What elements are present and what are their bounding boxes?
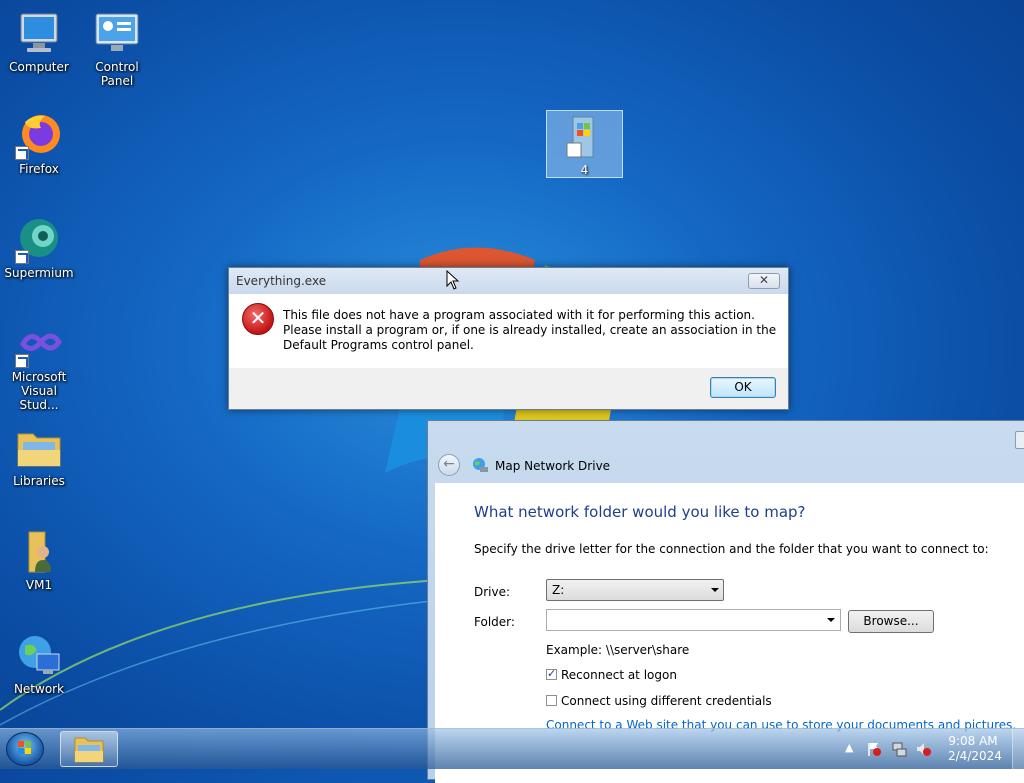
- browse-button[interactable]: Browse...: [848, 610, 934, 633]
- error-icon: ✕: [242, 303, 274, 335]
- show-desktop-button[interactable]: [1012, 729, 1024, 769]
- clock-time: 9:08 AM: [948, 734, 998, 748]
- desktop-icon-label: Microsoft Visual Stud...: [11, 370, 67, 412]
- dialog-title: Everything.exe: [236, 274, 327, 288]
- drive-value: Z:: [552, 583, 565, 597]
- dialog-body: ✕ This file does not have a program asso…: [229, 294, 788, 368]
- desktop-icon-computer[interactable]: Computer: [1, 10, 77, 74]
- desktop-icon-label: Control Panel: [95, 60, 139, 88]
- folder-icon: [74, 737, 104, 763]
- shortcut-arrow-icon: [15, 250, 29, 264]
- shortcut-arrow-icon: [15, 354, 29, 368]
- error-dialog: Everything.exe ✕ ✕ This file does not ha…: [228, 267, 789, 410]
- desktop-icon-network[interactable]: Network: [1, 632, 77, 696]
- reconnect-checkbox[interactable]: [546, 667, 557, 680]
- chevron-down-icon[interactable]: [827, 618, 835, 622]
- drive-select[interactable]: Z:: [546, 579, 724, 601]
- libraries-folder-icon: [15, 424, 63, 472]
- network-globe-icon: [15, 632, 63, 680]
- page-heading: What network folder would you like to ma…: [474, 503, 806, 521]
- desktop-icon-label: Computer: [9, 60, 69, 74]
- desktop-icon-vm1[interactable]: VM1: [1, 528, 77, 592]
- network-drive-icon: [473, 458, 488, 472]
- desktop-icon-label: Supermium: [4, 266, 74, 280]
- shortcut-arrow-icon: [15, 146, 29, 160]
- folder-input[interactable]: [546, 609, 841, 631]
- desktop-icon-label: Firefox: [19, 162, 59, 176]
- volume-muted-icon[interactable]: [915, 741, 931, 757]
- system-clock[interactable]: 9:08 AM 2/4/2024: [948, 734, 1002, 764]
- credentials-checkbox[interactable]: [546, 695, 557, 706]
- reconnect-label: Reconnect at logon: [561, 668, 677, 682]
- desktop-icon-supermium[interactable]: Supermium: [1, 216, 77, 280]
- start-button[interactable]: [6, 732, 44, 766]
- windows-logo-icon: [18, 741, 31, 754]
- desktop-icon-selected[interactable]: 4: [546, 110, 623, 178]
- chevron-down-icon: [711, 588, 719, 592]
- desktop-icon-libraries[interactable]: Libraries: [1, 424, 77, 488]
- error-message: This file does not have a program associ…: [283, 308, 777, 352]
- credentials-checkbox-row[interactable]: Connect using different credentials: [546, 694, 772, 708]
- mouse-cursor-icon: [446, 270, 460, 290]
- show-hidden-icons-button[interactable]: ▲: [845, 741, 853, 754]
- taskbar: ▲ 9:08 AM 2/4/2024: [0, 728, 1024, 769]
- credentials-label: Connect using different credentials: [561, 694, 772, 708]
- firefox-icon: [15, 112, 63, 160]
- window-title: Map Network Drive: [495, 459, 611, 473]
- folder-label: Folder:: [474, 615, 515, 629]
- computer-icon: [15, 10, 63, 58]
- drive-label: Drive:: [474, 585, 511, 599]
- windows-document-icon: [566, 116, 593, 158]
- clock-date: 2/4/2024: [948, 749, 1002, 763]
- window-header: ← Map Network Drive: [428, 449, 1024, 483]
- back-arrow-icon[interactable]: ←: [438, 454, 460, 476]
- desktop-icon-label: 4: [580, 163, 589, 177]
- desktop-icon-label: Network: [13, 682, 65, 696]
- close-button[interactable]: ✕: [748, 273, 780, 289]
- network-status-icon[interactable]: [891, 741, 907, 757]
- ok-button[interactable]: OK: [710, 377, 776, 398]
- dialog-titlebar[interactable]: Everything.exe ✕: [229, 268, 788, 294]
- desktop-icon-control-panel[interactable]: Control Panel: [79, 10, 155, 88]
- user-folder-icon: [15, 528, 63, 576]
- desktop-icon-label: Libraries: [13, 474, 65, 488]
- control-panel-icon: [93, 10, 141, 58]
- desktop-icon-label: VM1: [25, 578, 53, 592]
- example-text: Example: \\server\share: [546, 643, 690, 657]
- map-network-drive-window: ← Map Network Drive What network folder …: [427, 420, 1024, 783]
- instruction-text: Specify the drive letter for the connect…: [474, 542, 989, 556]
- maximize-button[interactable]: [1015, 431, 1024, 449]
- supermium-icon: [15, 216, 63, 264]
- visual-studio-icon: [15, 320, 63, 368]
- action-center-flag-icon[interactable]: [866, 741, 882, 757]
- taskbar-explorer-button[interactable]: [60, 731, 118, 767]
- desktop-icon-visual-studio[interactable]: Microsoft Visual Stud...: [1, 320, 77, 412]
- desktop-icon-firefox[interactable]: Firefox: [1, 112, 77, 176]
- reconnect-checkbox-row[interactable]: Reconnect at logon: [546, 667, 677, 682]
